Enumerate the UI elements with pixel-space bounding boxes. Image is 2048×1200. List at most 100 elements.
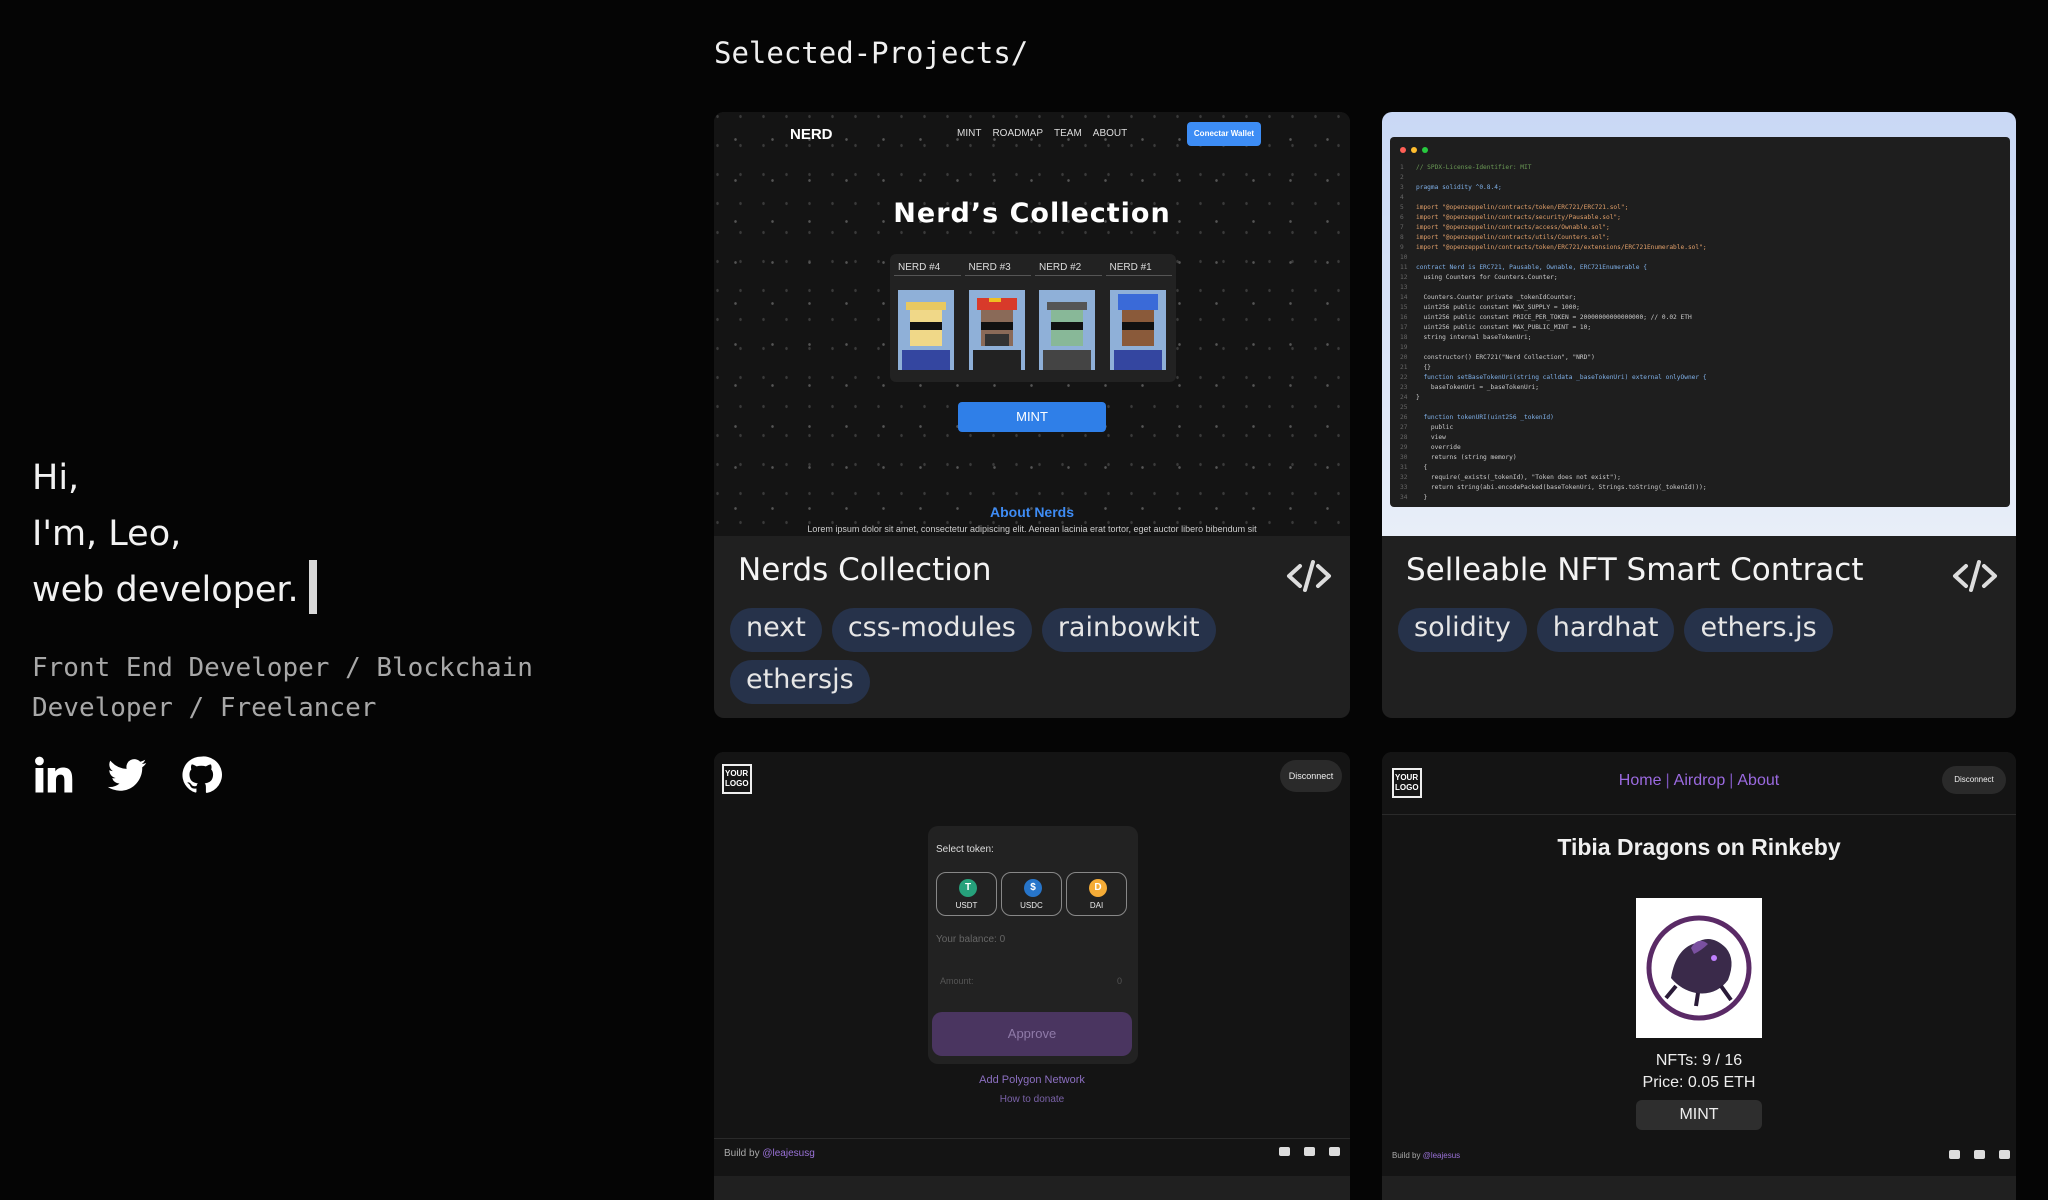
token-name: USDC — [1020, 901, 1043, 910]
line-number: 13 — [1400, 284, 1408, 291]
code-line: 29 override — [1400, 443, 1707, 453]
nft-card-label: NERD #4 — [894, 258, 961, 276]
header-divider — [1382, 814, 2016, 815]
instagram-icon — [1329, 1147, 1340, 1156]
intro-section: Hi, I'm, Leo, web developer. Front End D… — [32, 450, 672, 796]
preview-nft-card: NERD #3 — [964, 258, 1031, 378]
code-line: 34 } — [1400, 493, 1707, 503]
tech-tag: css-modules — [831, 608, 1032, 652]
code-line: 28 view — [1400, 433, 1707, 443]
line-number: 6 — [1400, 214, 1404, 221]
nav-separator: | — [1729, 772, 1734, 789]
how-to-donate-link: How to donate — [999, 1094, 1065, 1105]
project-card-smart-contract[interactable]: 1// SPDX-License-Identifier: MIT 2 3 pragma… — [1382, 112, 2016, 718]
portfolio-page: Hi, I'm, Leo, web developer. Front End D… — [0, 0, 2048, 1200]
footer-prefix: Build by — [724, 1148, 760, 1159]
code-text: { — [1416, 464, 1428, 471]
code-line: 6 import "@openzeppelin/contracts/securit… — [1400, 213, 1707, 223]
code-line: 17 uint256 public constant MAX_PUBLIC_MI… — [1400, 323, 1707, 333]
line-number: 20 — [1400, 354, 1408, 361]
footer-icons — [1949, 1150, 2010, 1159]
code-line: 3 pragma solidity ^0.8.4; — [1400, 183, 1707, 193]
token-option-dai: D DAI — [1066, 872, 1127, 916]
project-title: Nerds Collection — [738, 552, 992, 588]
code-line: 30 returns (string memory) — [1400, 453, 1707, 463]
code-text: function setBaseTokenUri(string calldata… — [1416, 374, 1707, 381]
code-text: return string(abi.encodePacked(baseToken… — [1416, 484, 1707, 491]
code-text: import "@openzeppelin/contracts/utils/Co… — [1416, 234, 1610, 241]
close-dot-icon — [1400, 147, 1406, 153]
line-number: 31 — [1400, 464, 1408, 471]
line-number: 34 — [1400, 494, 1408, 501]
code-line: 14 Counters.Counter private _tokenIdCoun… — [1400, 293, 1707, 303]
code-line: 25 — [1400, 403, 1707, 413]
token-option-usdc: $ USDC — [1001, 872, 1062, 916]
greeting-line-3: web developer. — [32, 560, 672, 618]
token-panel: Select token: T USDT $ USDC D DAI Your b… — [928, 826, 1138, 1064]
nft-price: Price: 0.05 ETH — [1642, 1074, 1756, 1091]
line-number: 14 — [1400, 294, 1408, 301]
project-card-tibia-dragons[interactable]: YOUR LOGO Home | Airdrop | About Disconnect … — [1382, 752, 2016, 1200]
preview-nft-card: NERD #4 — [894, 258, 961, 378]
role-subtitle: Front End Developer / Blockchain Develop… — [32, 653, 533, 723]
line-number: 2 — [1400, 174, 1404, 181]
code-text: require(_exists(_tokenId), "Token does n… — [1416, 474, 1621, 481]
line-number: 32 — [1400, 474, 1408, 481]
preview-mint-button: MINT — [958, 402, 1106, 432]
code-line: 2 — [1400, 173, 1707, 183]
code-line: 13 — [1400, 283, 1707, 293]
amount-placeholder: Amount: — [940, 976, 974, 986]
discord-icon — [1279, 1147, 1290, 1156]
amount-value: 0 — [1116, 976, 1122, 986]
code-line: 26 function tokenURI(uint256 _tokenId) — [1400, 413, 1707, 423]
code-text: uint256 public constant MAX_SUPPLY = 100… — [1416, 304, 1580, 311]
line-number: 30 — [1400, 454, 1408, 461]
preview-heading: Nerd’s Collection — [893, 198, 1171, 229]
project-card-donation[interactable]: YOUR LOGO Disconnect Select token: T USD… — [714, 752, 1350, 1200]
code-line: 8 import "@openzeppelin/contracts/utils/C… — [1400, 233, 1707, 243]
preview-nav-about: ABOUT — [1092, 128, 1128, 139]
code-text: public — [1416, 424, 1454, 431]
code-text: import "@openzeppelin/contracts/token/ER… — [1416, 244, 1707, 251]
footer-handle: @leajesusg — [762, 1148, 815, 1159]
nerd-avatar-image — [1109, 290, 1166, 370]
dragon-nft-image — [1636, 898, 1762, 1038]
code-line: 31 { — [1400, 463, 1707, 473]
code-editor-window: 1// SPDX-License-Identifier: MIT 2 3 pragma… — [1390, 137, 2010, 507]
preview-footer: Build by @leajesus — [1382, 1142, 2016, 1172]
code-icon[interactable] — [1286, 558, 1332, 594]
preview-about-heading: About Nerds — [990, 504, 1074, 520]
preview-logo: NERD — [790, 126, 833, 143]
window-controls — [1400, 147, 1428, 153]
project-title: Selleable NFT Smart Contract — [1406, 552, 1864, 588]
nft-card-label: NERD #1 — [1105, 258, 1172, 276]
line-number: 7 — [1400, 224, 1404, 231]
balance-label: Your balance: — [936, 934, 997, 945]
token-option-usdt: T USDT — [936, 872, 997, 916]
code-line: 7 import "@openzeppelin/contracts/access/… — [1400, 223, 1707, 233]
linkedin-icon[interactable] — [32, 754, 74, 796]
code-line: 27 public — [1400, 423, 1707, 433]
line-number: 23 — [1400, 384, 1408, 391]
line-number: 21 — [1400, 364, 1408, 371]
code-line: 18 string internal baseTokenUri; — [1400, 333, 1707, 343]
token-name: DAI — [1089, 901, 1104, 910]
code-text: uint256 public constant MAX_PUBLIC_MINT … — [1416, 324, 1592, 331]
line-number: 1 — [1400, 164, 1404, 171]
code-text: pragma solidity ^0.8.4; — [1416, 184, 1502, 191]
preview-approve-button: Approve — [932, 1012, 1132, 1056]
preview-nft-card: NERD #2 — [1035, 258, 1102, 378]
line-number: 4 — [1400, 194, 1404, 201]
greeting-line-2: I'm, Leo, — [32, 514, 182, 554]
code-text: } — [1416, 494, 1428, 501]
project-card-nerds[interactable]: NERD MINT ROADMAP TEAM ABOUT Conectar Wa… — [714, 112, 1350, 718]
code-line: 11 contract Nerd is ERC721, Pausable, Own… — [1400, 263, 1707, 273]
typing-cursor — [308, 560, 317, 614]
code-line: 9 import "@openzeppelin/contracts/token/E… — [1400, 243, 1707, 253]
code-line: 12 using Counters for Counters.Counter; — [1400, 273, 1707, 283]
twitter-icon[interactable] — [106, 754, 148, 796]
code-icon[interactable] — [1952, 558, 1998, 594]
line-number: 11 — [1400, 264, 1408, 271]
footer-handle: @leajesus — [1422, 1151, 1461, 1160]
github-icon[interactable] — [180, 754, 222, 796]
